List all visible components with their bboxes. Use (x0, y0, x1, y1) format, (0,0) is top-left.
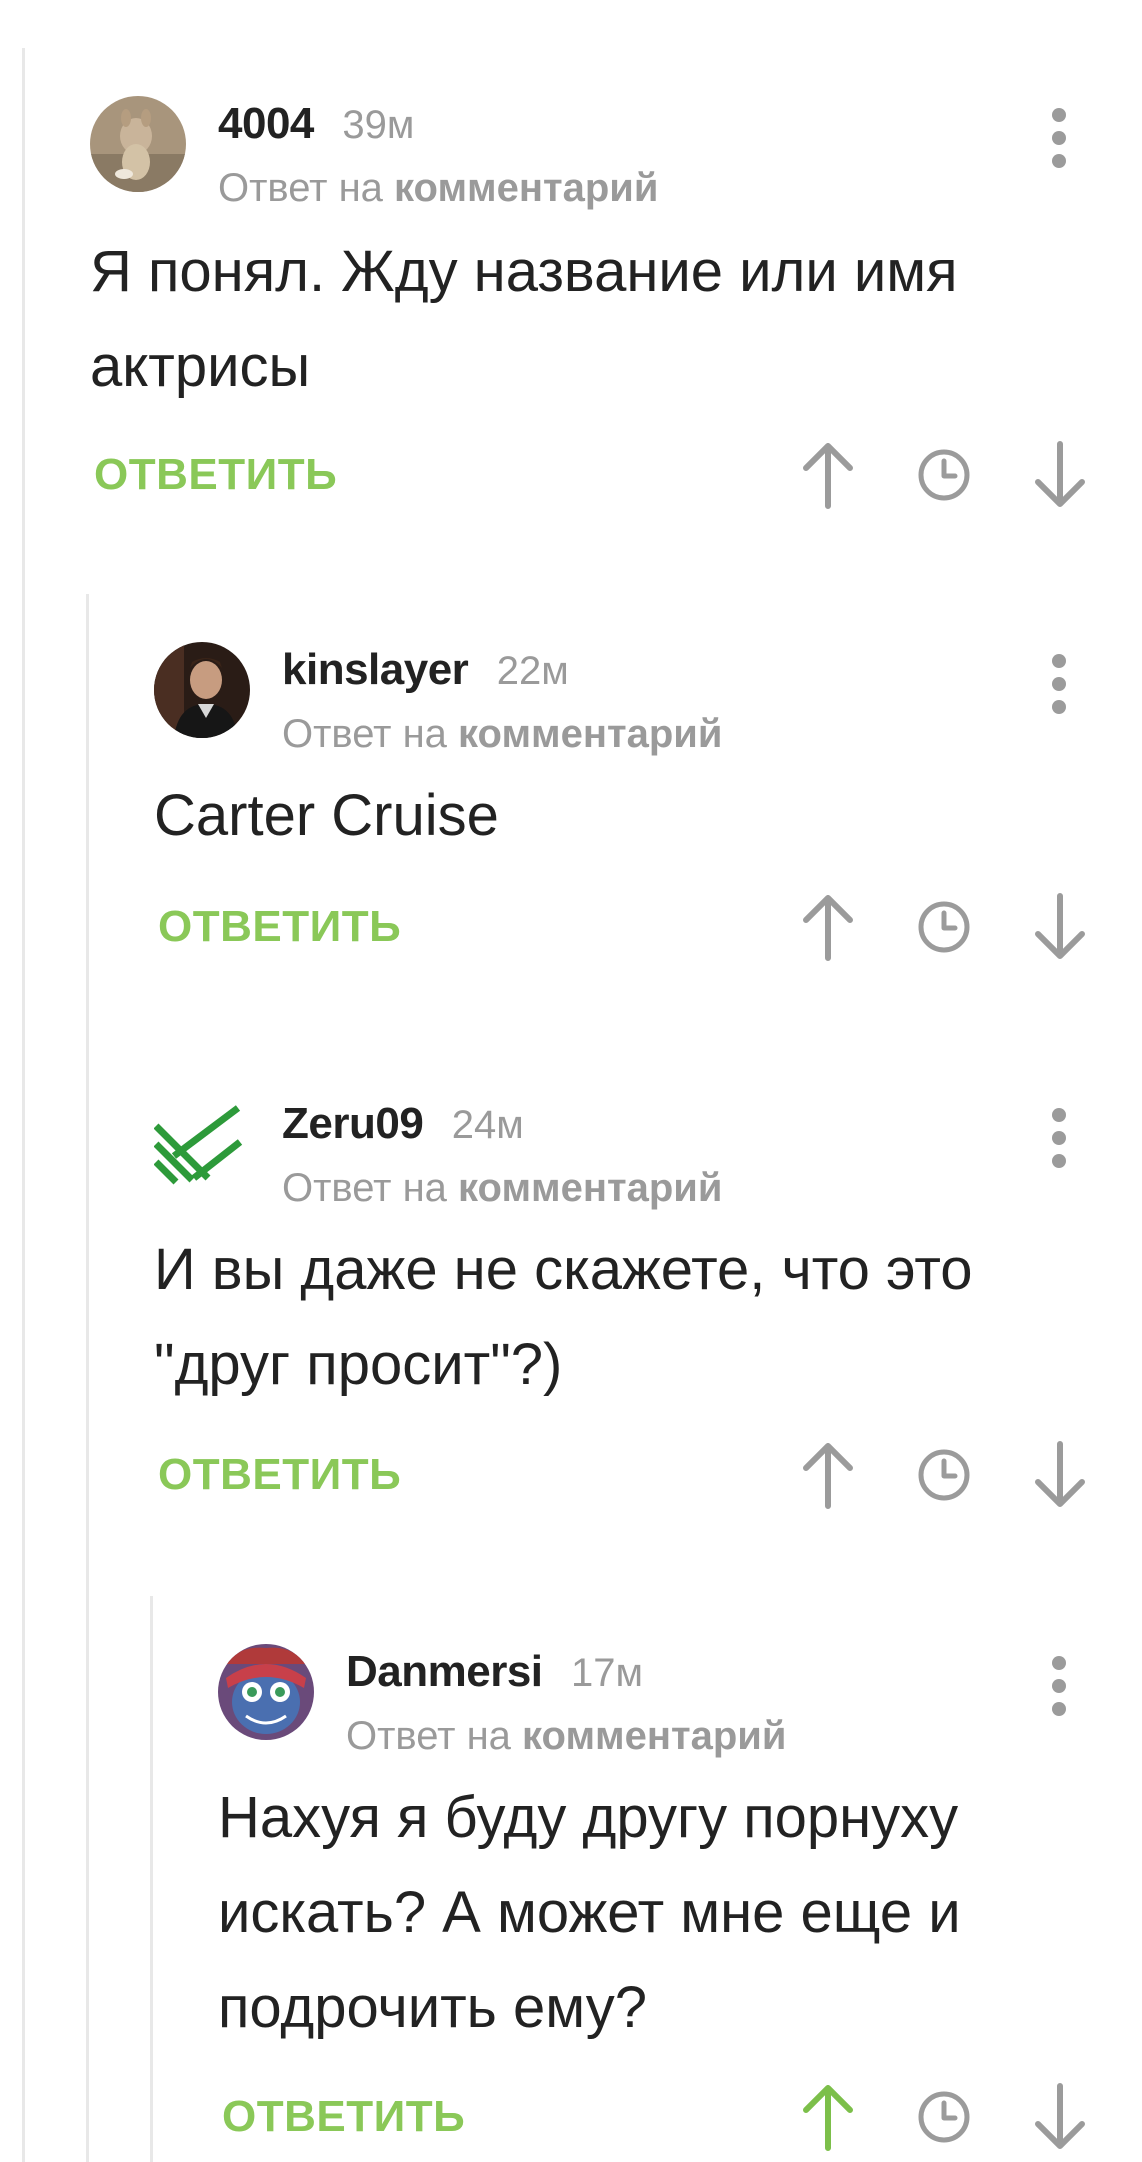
comment-text-line: Carter Cruise (154, 783, 499, 848)
avatar[interactable] (154, 1096, 250, 1192)
comment-text-line: Нахуя я буду другу порнуху (218, 1785, 959, 1850)
reply-prefix: Ответ на (218, 166, 383, 210)
arrow-up-icon[interactable] (800, 440, 856, 510)
reply-button[interactable]: ОТВЕТИТЬ (158, 1450, 401, 1500)
avatar[interactable] (154, 642, 250, 738)
comment-text: Я понял. Жду название или имя актрисы (90, 224, 958, 414)
avatar[interactable] (218, 1644, 314, 1740)
comment-meta: 4004 39м Ответ на комментарий (218, 96, 658, 216)
parent-comment-link[interactable]: комментарий (522, 1714, 786, 1758)
more-vertical-icon[interactable] (1052, 1656, 1066, 1716)
clock-icon[interactable] (916, 892, 972, 962)
reply-prefix: Ответ на (346, 1714, 511, 1758)
reply-button[interactable]: ОТВЕТИТЬ (158, 902, 401, 952)
arrow-down-icon[interactable] (1032, 440, 1088, 510)
comment-zeru09: Zeru09 24м Ответ на комментарий И вы даж… (154, 1096, 1090, 1516)
clock-icon[interactable] (916, 1440, 972, 1510)
arrow-down-icon[interactable] (1032, 2082, 1088, 2152)
avatar-image (90, 96, 186, 192)
avatar[interactable] (90, 96, 186, 192)
avatar-image (154, 1096, 250, 1192)
username[interactable]: Danmersi (346, 1647, 543, 1696)
comment-text-line: И вы даже не скажете, что это (154, 1237, 973, 1302)
more-vertical-icon[interactable] (1052, 108, 1066, 168)
thread-line-level-3 (150, 1596, 153, 2162)
comment-text: Нахуя я буду другу порнуху искать? А мож… (218, 1770, 961, 2055)
parent-comment-link[interactable]: комментарий (458, 1166, 722, 1210)
reply-prefix: Ответ на (282, 1166, 447, 1210)
comment-kinslayer: kinslayer 22м Ответ на комментарий Carte… (154, 642, 1090, 972)
comment-meta: Danmersi 17м Ответ на комментарий (346, 1644, 786, 1764)
comment-time: 22м (496, 649, 569, 693)
avatar-image (154, 642, 250, 738)
comment-text-line: "друг просит"?) (154, 1332, 563, 1397)
username[interactable]: 4004 (218, 99, 314, 148)
thread-line-level-1 (22, 48, 25, 2162)
parent-comment-link[interactable]: комментарий (458, 712, 722, 756)
reply-button[interactable]: ОТВЕТИТЬ (222, 2092, 465, 2142)
arrow-up-icon[interactable] (800, 2082, 856, 2152)
comment-danmersi: Danmersi 17м Ответ на комментарий Нахуя … (218, 1644, 1090, 2162)
reply-button[interactable]: ОТВЕТИТЬ (94, 450, 337, 500)
arrow-down-icon[interactable] (1032, 1440, 1088, 1510)
comment-time: 17м (571, 1651, 643, 1695)
comment-text-line: искать? А может мне еще и (218, 1880, 961, 1945)
comment-text-line: актрисы (90, 334, 311, 399)
comment-text-line: подрочить ему? (218, 1975, 648, 2040)
clock-icon[interactable] (916, 2082, 972, 2152)
comment-meta: Zeru09 24м Ответ на комментарий (282, 1096, 722, 1216)
username[interactable]: kinslayer (282, 645, 469, 694)
comment-text-line: Я понял. Жду название или имя (90, 239, 958, 304)
more-vertical-icon[interactable] (1052, 1108, 1066, 1168)
comment-4004: 4004 39м Ответ на комментарий Я понял. Ж… (90, 96, 1090, 526)
reply-prefix: Ответ на (282, 712, 447, 756)
clock-icon[interactable] (916, 440, 972, 510)
comment-time: 39м (342, 103, 415, 147)
thread-line-level-2 (86, 594, 89, 2162)
arrow-up-icon[interactable] (800, 1440, 856, 1510)
comment-text: И вы даже не скажете, что это "друг прос… (154, 1222, 973, 1412)
comment-meta: kinslayer 22м Ответ на комментарий (282, 642, 722, 762)
arrow-down-icon[interactable] (1032, 892, 1088, 962)
comment-text: Carter Cruise (154, 768, 499, 863)
parent-comment-link[interactable]: комментарий (394, 166, 658, 210)
avatar-image (218, 1644, 314, 1740)
comment-time: 24м (451, 1103, 524, 1147)
arrow-up-icon[interactable] (800, 892, 856, 962)
username[interactable]: Zeru09 (282, 1099, 424, 1148)
more-vertical-icon[interactable] (1052, 654, 1066, 714)
